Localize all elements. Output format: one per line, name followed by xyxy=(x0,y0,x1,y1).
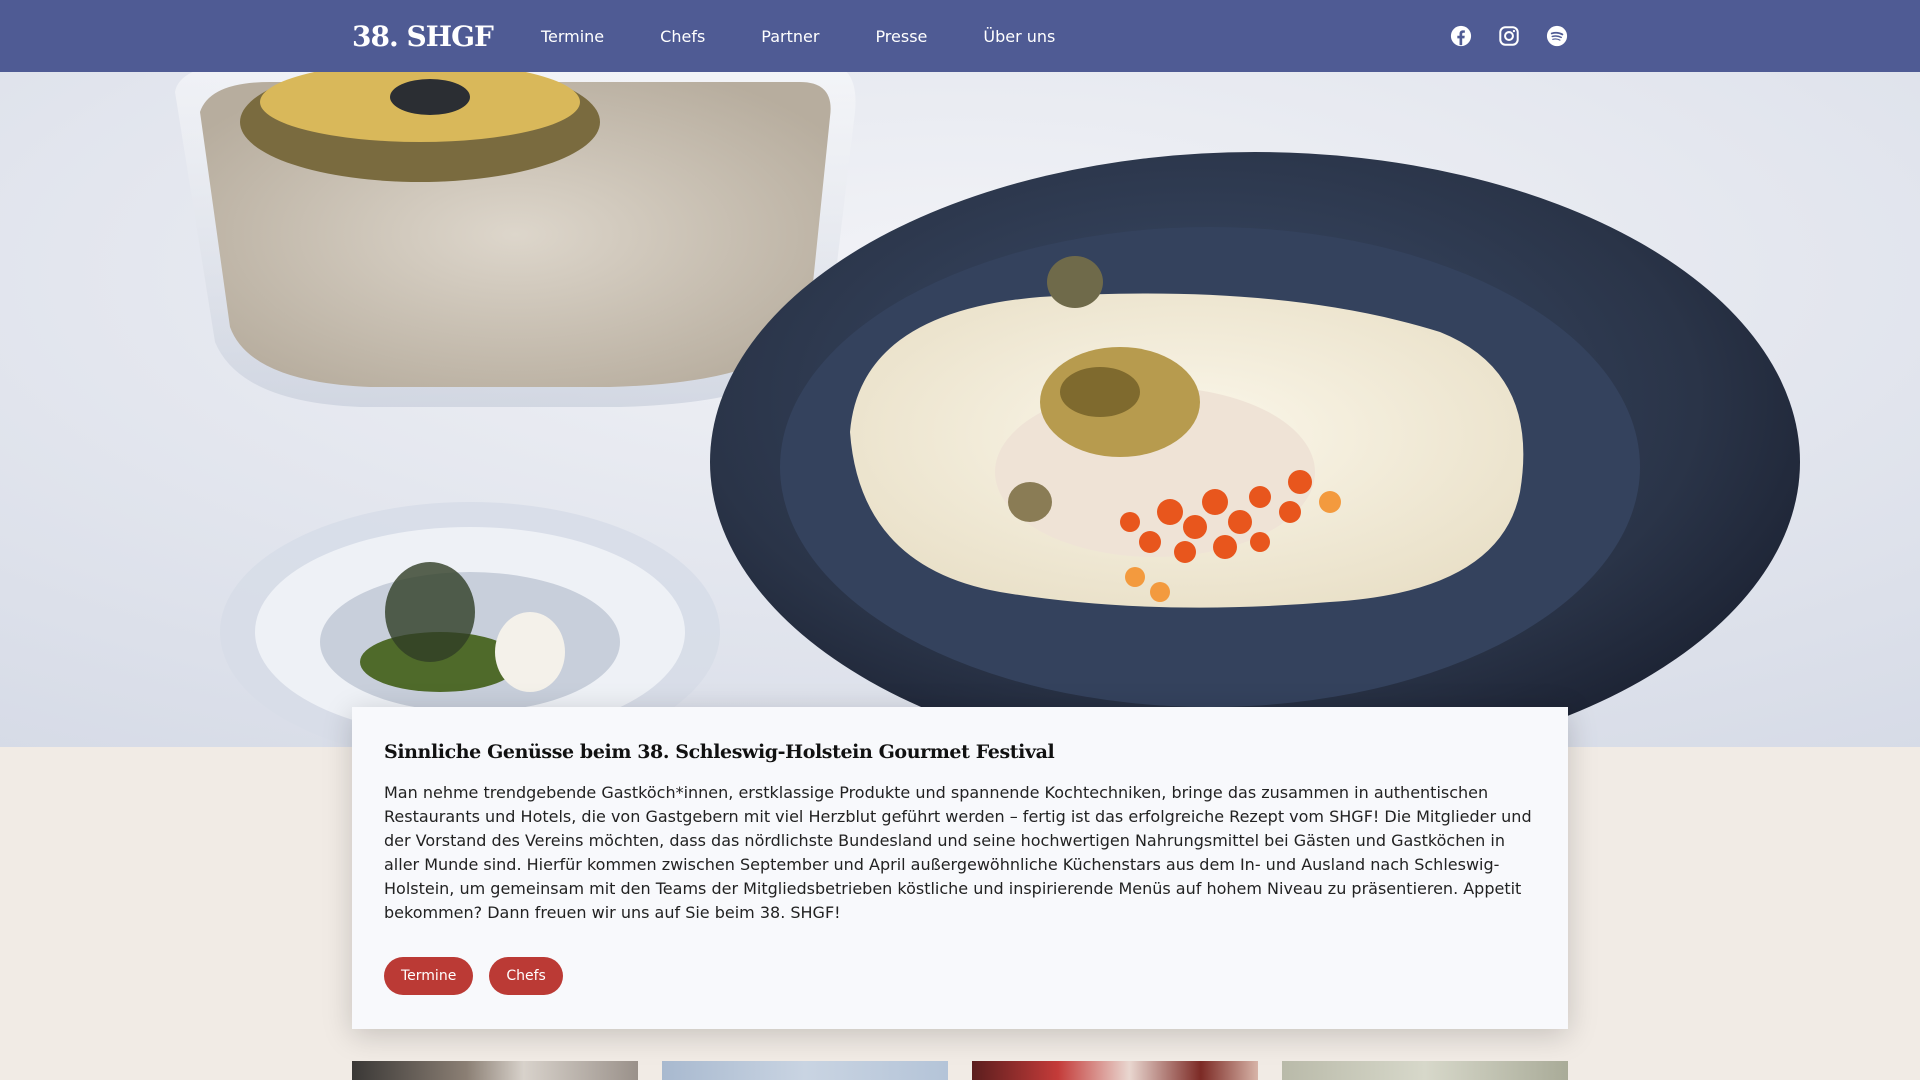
intro-title: Sinnliche Genüsse beim 38. Schleswig-Hol… xyxy=(384,741,1055,763)
site-logo[interactable]: 38. SHGF xyxy=(352,20,494,53)
nav-links: Termine Chefs Partner Presse Über uns xyxy=(541,27,1055,46)
spotify-icon[interactable] xyxy=(1546,25,1568,47)
nav-link-ueber-uns[interactable]: Über uns xyxy=(983,27,1055,46)
top-navbar: 38. SHGF Termine Chefs Partner Presse Üb… xyxy=(0,0,1920,72)
instagram-icon[interactable] xyxy=(1498,25,1520,47)
teaser-image-2[interactable] xyxy=(662,1061,948,1080)
termine-button[interactable]: Termine xyxy=(384,957,474,995)
nav-link-chefs[interactable]: Chefs xyxy=(660,27,705,46)
nav-link-presse[interactable]: Presse xyxy=(875,27,927,46)
teaser-image-1[interactable] xyxy=(352,1061,638,1080)
social-links xyxy=(1450,25,1568,47)
hero-image xyxy=(0,72,1920,747)
hero-food-illustration xyxy=(0,72,1920,747)
teaser-image-4[interactable] xyxy=(1282,1061,1568,1080)
nav-link-partner[interactable]: Partner xyxy=(761,27,819,46)
navbar-inner: 38. SHGF Termine Chefs Partner Presse Üb… xyxy=(352,0,1568,72)
chefs-button[interactable]: Chefs xyxy=(489,957,563,995)
intro-text: Man nehme trendgebende Gastköch*innen, e… xyxy=(384,783,1532,922)
intro-card: Sinnliche Genüsse beim 38. Schleswig-Hol… xyxy=(352,707,1568,1029)
facebook-icon[interactable] xyxy=(1450,25,1472,47)
teaser-image-3[interactable] xyxy=(972,1061,1258,1080)
nav-link-termine[interactable]: Termine xyxy=(541,27,604,46)
intro-buttons: Termine Chefs xyxy=(384,957,1536,995)
